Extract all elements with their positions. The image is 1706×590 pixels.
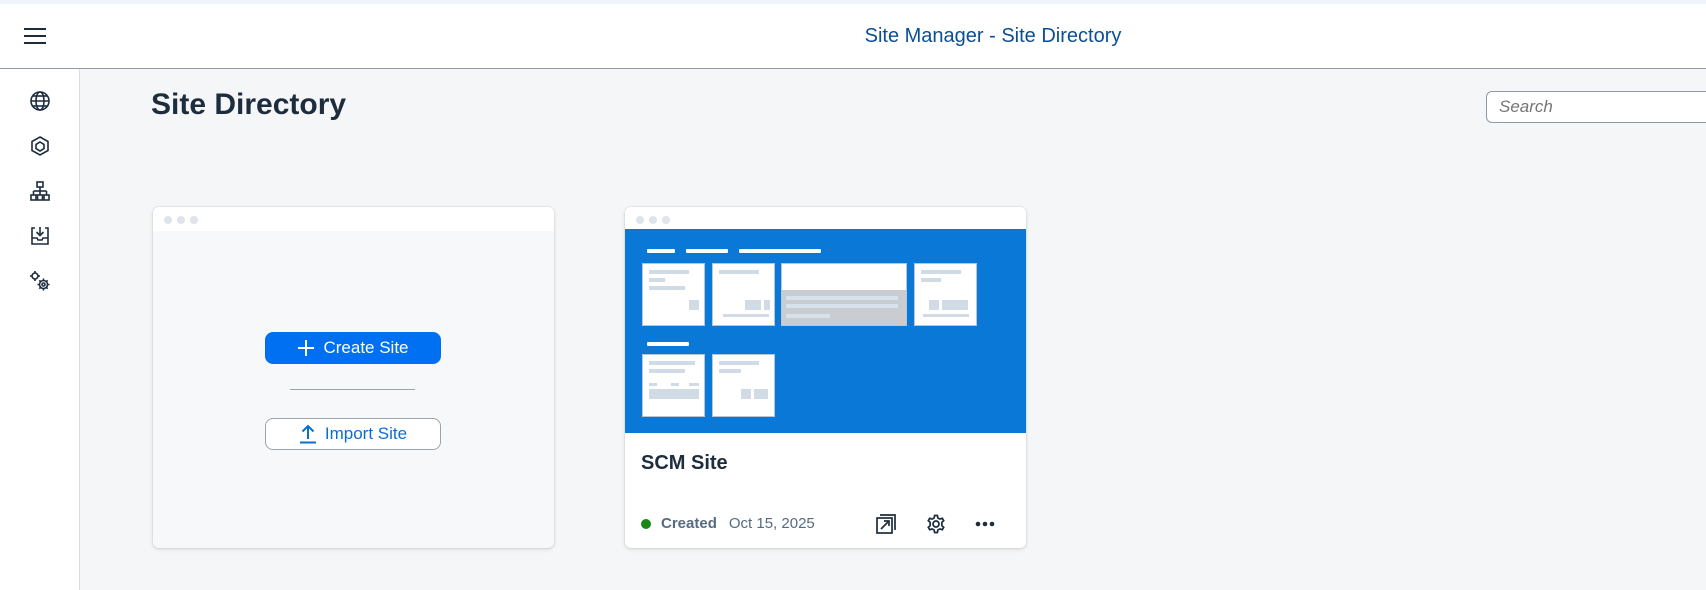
preview-tile-wide bbox=[782, 264, 906, 325]
open-external-icon bbox=[876, 514, 896, 534]
card-window-chrome bbox=[153, 207, 554, 231]
site-name[interactable]: SCM Site bbox=[641, 452, 728, 475]
plus-icon bbox=[298, 340, 315, 356]
status-date: Oct 15, 2025 bbox=[728, 515, 815, 532]
site-card[interactable]: SCM Site Created Oct 15, 2025 bbox=[625, 207, 1026, 548]
nav-item-transport[interactable] bbox=[26, 222, 54, 250]
open-site-button[interactable] bbox=[871, 509, 901, 539]
hierarchy-icon bbox=[30, 181, 50, 201]
status-indicator-icon bbox=[641, 518, 651, 529]
settings-icon bbox=[927, 514, 945, 534]
window-dot bbox=[177, 216, 185, 224]
search-input[interactable] bbox=[1486, 91, 1706, 123]
status-label: Created bbox=[661, 515, 717, 532]
new-site-card: Create Site Import Site bbox=[153, 207, 554, 548]
create-site-label: Create Site bbox=[323, 338, 409, 357]
import-site-label: Import Site bbox=[324, 424, 408, 443]
window-dot bbox=[164, 216, 172, 224]
card-window-chrome bbox=[625, 207, 1026, 231]
upload-icon bbox=[299, 424, 316, 444]
nav-item-content[interactable] bbox=[26, 132, 54, 160]
window-dot bbox=[662, 216, 670, 224]
preview-tile bbox=[643, 264, 704, 325]
import-site-button[interactable]: Import Site bbox=[265, 418, 441, 450]
globe-icon bbox=[30, 91, 50, 111]
more-icon bbox=[975, 521, 995, 527]
site-status: Created Oct 15, 2025 bbox=[641, 515, 815, 532]
shell-bar: Site Manager - Site Directory bbox=[0, 4, 1706, 69]
more-actions-button[interactable] bbox=[970, 509, 1000, 539]
window-dot bbox=[649, 216, 657, 224]
nav-item-structure[interactable] bbox=[26, 177, 54, 205]
cube-icon bbox=[31, 136, 49, 156]
gears-icon bbox=[30, 271, 50, 291]
preview-tile bbox=[713, 355, 774, 416]
create-site-button[interactable]: Create Site bbox=[265, 332, 441, 364]
window-dot bbox=[636, 216, 644, 224]
preview-nav-line bbox=[686, 249, 728, 253]
inbox-download-icon bbox=[31, 227, 49, 245]
site-preview-thumbnail[interactable] bbox=[625, 229, 1026, 433]
preview-nav-line bbox=[647, 249, 675, 253]
preview-tile bbox=[915, 264, 976, 325]
nav-item-settings[interactable] bbox=[26, 267, 54, 295]
nav-item-sites[interactable] bbox=[26, 87, 54, 115]
divider bbox=[290, 389, 415, 390]
preview-nav-line bbox=[739, 249, 821, 253]
preview-tile bbox=[713, 264, 774, 325]
preview-tile bbox=[643, 355, 704, 416]
side-navigation bbox=[0, 69, 80, 590]
page-title: Site Directory bbox=[151, 88, 347, 121]
preview-section-line bbox=[647, 342, 689, 346]
shell-title: Site Manager - Site Directory bbox=[864, 25, 1122, 47]
site-settings-button[interactable] bbox=[921, 509, 951, 539]
window-dot bbox=[190, 216, 198, 224]
